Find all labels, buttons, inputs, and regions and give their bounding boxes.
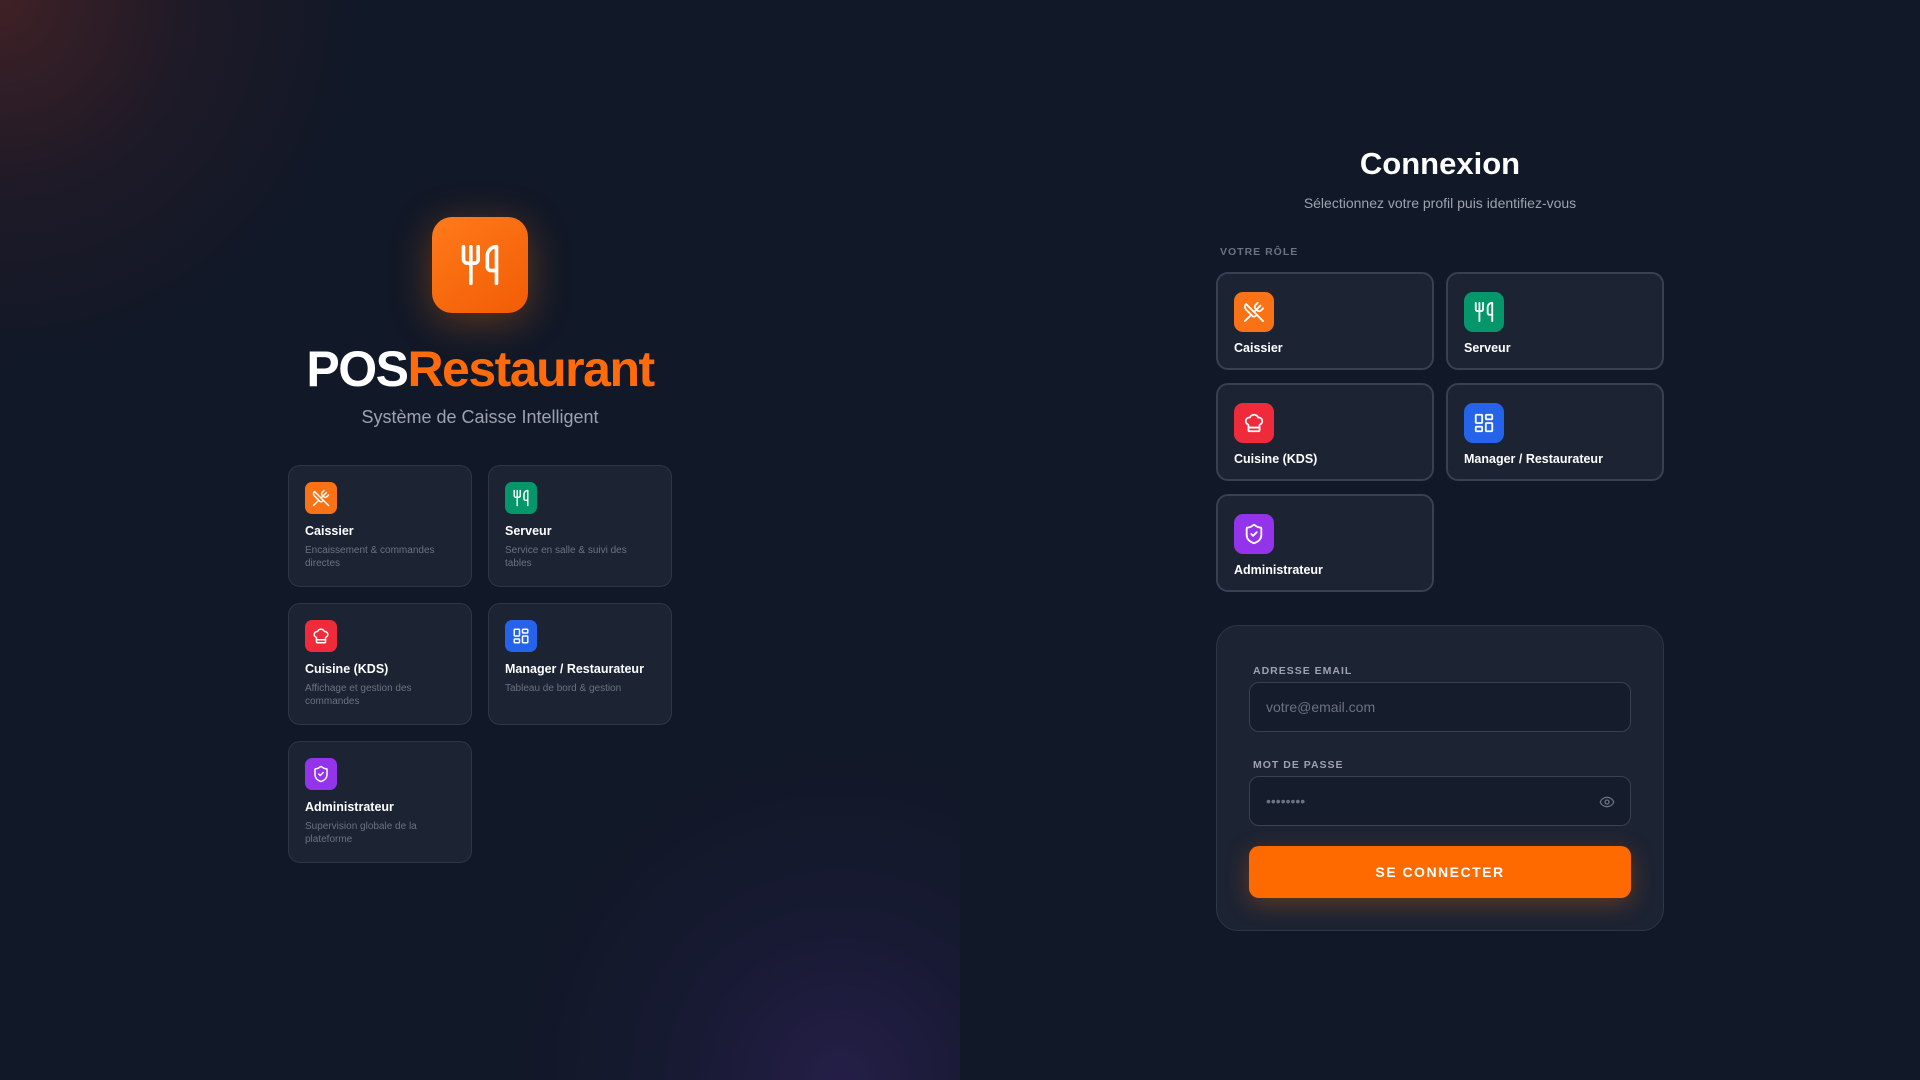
feature-card-serveur: Serveur Service en salle & suivi des tab…: [488, 465, 672, 587]
login-subtitle: Sélectionnez votre profil puis identifie…: [1303, 195, 1577, 211]
brand-title: POSRestaurant: [0, 340, 960, 398]
feature-card-title: Caissier: [305, 524, 354, 538]
login-title: Connexion: [1359, 146, 1521, 181]
feature-card-title: Cuisine (KDS): [305, 662, 389, 676]
feature-card-caissier: Caissier Encaissement & commandes direct…: [288, 465, 472, 587]
brand-name-part1: POS: [306, 341, 409, 397]
email-label: ADRESSE EMAIL: [1253, 665, 1353, 677]
roles-label: VOTRE RÔLE: [1220, 246, 1299, 258]
feature-card-description: Service en salle & suivi des tables: [505, 545, 627, 569]
role-option-administrateur[interactable]: Administrateur: [1216, 494, 1434, 592]
role-option-serveur[interactable]: Serveur: [1446, 272, 1664, 370]
utensils-crossed-icon: [1234, 292, 1274, 332]
brand-panel: [0, 0, 960, 1080]
dashboard-icon: [1464, 403, 1504, 443]
feature-card-description: Supervision globale de la plateforme: [305, 821, 417, 845]
role-option-label: Caissier: [1234, 341, 1283, 355]
brand-name-part2: Restaurant: [407, 341, 655, 397]
chef-hat-icon: [1234, 403, 1274, 443]
feature-card-administrateur: Administrateur Supervision globale de la…: [288, 741, 472, 863]
role-option-cuisine[interactable]: Cuisine (KDS): [1216, 383, 1434, 481]
shield-check-icon: [1234, 514, 1274, 554]
utensils-crossed-icon: [305, 482, 337, 514]
role-option-manager[interactable]: Manager / Restaurateur: [1446, 383, 1664, 481]
brand-subtitle: Système de Caisse Intelligent: [361, 407, 599, 427]
email-field[interactable]: [1249, 682, 1631, 732]
dashboard-icon: [505, 620, 537, 652]
feature-card-cuisine: Cuisine (KDS) Affichage et gestion des c…: [288, 603, 472, 725]
brand-logo: [432, 217, 528, 313]
role-option-label: Manager / Restaurateur: [1464, 452, 1603, 466]
role-option-label: Cuisine (KDS): [1234, 452, 1318, 466]
shield-check-icon: [305, 758, 337, 790]
role-option-label: Serveur: [1464, 341, 1511, 355]
eye-icon[interactable]: [1597, 792, 1617, 812]
feature-card-title: Administrateur: [305, 800, 394, 814]
feature-card-description: Tableau de bord & gestion: [505, 683, 622, 694]
feature-card-title: Manager / Restaurateur: [505, 662, 644, 676]
feature-card-description: Affichage et gestion des commandes: [305, 683, 412, 707]
feature-card-title: Serveur: [505, 524, 552, 538]
utensils-icon: [1464, 292, 1504, 332]
login-submit-button[interactable]: SE CONNECTER: [1249, 846, 1631, 898]
utensils-icon: [458, 243, 502, 287]
role-option-caissier[interactable]: Caissier: [1216, 272, 1434, 370]
chef-hat-icon: [305, 620, 337, 652]
role-option-label: Administrateur: [1234, 563, 1323, 577]
password-field[interactable]: [1249, 776, 1631, 826]
feature-card-description: Encaissement & commandes directes: [305, 545, 435, 569]
feature-card-manager: Manager / Restaurateur Tableau de bord &…: [488, 603, 672, 725]
utensils-icon: [505, 482, 537, 514]
password-label: MOT DE PASSE: [1253, 759, 1344, 771]
